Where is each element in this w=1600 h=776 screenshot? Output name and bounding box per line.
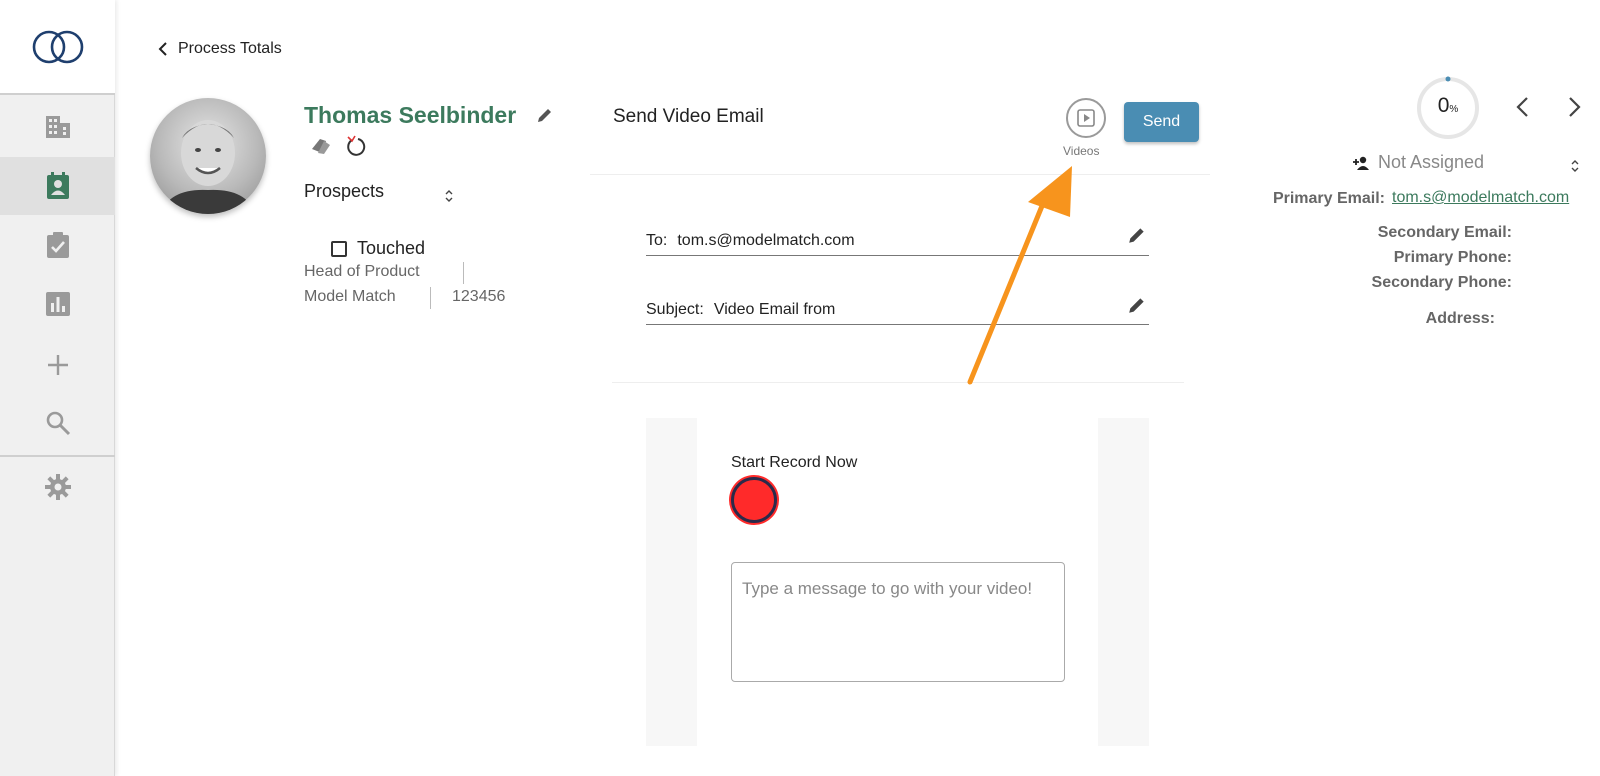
address-label: Address: — [1425, 310, 1495, 327]
edit-name-button[interactable] — [536, 106, 554, 129]
contact-company: Model Match — [304, 288, 396, 305]
meta-divider — [463, 262, 464, 284]
contact-title: Head of Product — [304, 263, 420, 280]
pencil-icon — [538, 109, 551, 122]
record-label: Start Record Now — [731, 454, 858, 471]
primary-email-label: Primary Email: — [1272, 190, 1385, 207]
progress-percent: 0% — [1415, 94, 1481, 118]
secondary-phone-label: Secondary Phone: — [1371, 274, 1512, 291]
chevron-right-icon — [1569, 97, 1581, 117]
contact-name: Thomas Seelbinder — [304, 102, 517, 128]
sidebar-divider — [0, 455, 115, 457]
assignee-sort-icon[interactable] — [1570, 158, 1580, 179]
play-icon — [1077, 109, 1095, 127]
to-value: tom.s@modelmatch.com — [677, 231, 855, 249]
videos-button[interactable] — [1066, 98, 1106, 138]
sort-arrows-icon — [1571, 160, 1579, 172]
list-selector-label[interactable]: Prospects — [304, 181, 384, 202]
add-person-icon — [1353, 156, 1369, 170]
secondary-email-label: Secondary Email: — [1377, 224, 1512, 241]
assignee-label: Not Assigned — [1378, 152, 1485, 172]
pencil-icon — [1129, 298, 1144, 313]
profile-actions — [310, 134, 368, 158]
sort-arrows-icon — [445, 190, 453, 202]
edit-subject-button[interactable] — [1127, 295, 1147, 320]
to-field[interactable]: To: tom.s@modelmatch.com — [646, 226, 1149, 256]
next-contact-button[interactable] — [1568, 96, 1582, 123]
chevron-left-icon — [1516, 97, 1528, 117]
panel-divider — [612, 382, 1184, 383]
gear-icon — [44, 474, 71, 500]
to-label: To: — [646, 231, 668, 249]
nav-contacts[interactable] — [0, 157, 115, 215]
videos-label: Videos — [1063, 144, 1100, 158]
chevron-left-icon — [158, 42, 167, 56]
list-sort-icon[interactable] — [444, 188, 454, 209]
progress-unit: % — [1449, 104, 1459, 115]
refresh-icon[interactable] — [346, 134, 368, 158]
send-button[interactable]: Send — [1124, 102, 1199, 142]
sidebar — [0, 0, 115, 776]
assignee-selector[interactable]: Not Assigned — [1352, 152, 1484, 173]
message-input[interactable] — [731, 562, 1065, 682]
task-check-icon — [46, 232, 69, 258]
nav-search[interactable] — [0, 394, 115, 452]
nav-settings[interactable] — [0, 458, 115, 516]
subject-value: Video Email from — [713, 300, 836, 318]
primary-email-link[interactable]: tom.s@modelmatch.com — [1392, 189, 1569, 207]
tag-icon[interactable] — [310, 137, 332, 155]
contact-id: 123456 — [452, 288, 506, 305]
plus-icon — [47, 355, 68, 375]
nav-tasks[interactable] — [0, 216, 115, 274]
nav-companies[interactable] — [0, 98, 115, 156]
person-photo-icon — [160, 120, 256, 214]
panel-title: Send Video Email — [613, 106, 764, 127]
pencil-icon — [1129, 228, 1144, 243]
previous-contact-button[interactable] — [1515, 96, 1529, 123]
app-logo[interactable] — [0, 0, 115, 95]
breadcrumb-label: Process Totals — [178, 40, 282, 57]
touched-checkbox[interactable]: Touched — [331, 238, 425, 259]
subject-field[interactable]: Subject: Video Email from — [646, 295, 1149, 325]
subject-label: Subject: — [646, 300, 704, 318]
touched-label: Touched — [357, 238, 426, 258]
avatar — [150, 98, 266, 214]
primary-phone-label: Primary Phone: — [1393, 249, 1512, 266]
edit-to-button[interactable] — [1127, 225, 1147, 250]
search-icon — [46, 411, 70, 436]
breadcrumb[interactable]: Process Totals — [158, 40, 282, 58]
contact-card-icon — [46, 172, 69, 199]
report-chart-icon — [45, 292, 70, 316]
nav-add[interactable] — [0, 336, 115, 394]
building-icon — [45, 116, 70, 138]
nav-reports[interactable] — [0, 275, 115, 333]
record-button[interactable] — [731, 477, 777, 523]
progress-value: 0 — [1437, 94, 1450, 117]
logo-rings-icon — [32, 30, 83, 63]
meta-divider — [430, 287, 431, 309]
checkbox-box[interactable] — [331, 240, 347, 257]
panel-divider — [590, 174, 1210, 175]
